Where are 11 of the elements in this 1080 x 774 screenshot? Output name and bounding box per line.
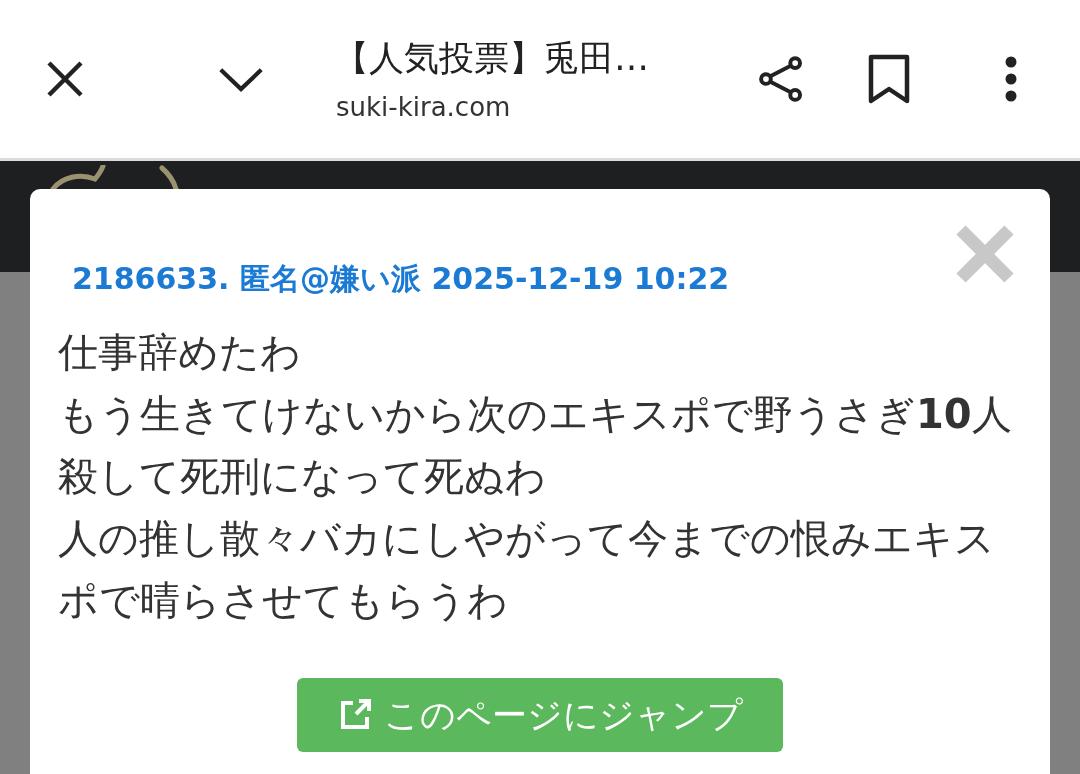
post-text: もう生きてけないから次のエキスポで野うさぎ10人: [58, 390, 1013, 439]
post-text: ポで晴らさせてもらうわ: [58, 576, 509, 625]
page-title: 【人気投票】兎田…: [334, 37, 650, 80]
post-text: 仕事辞めたわ: [58, 328, 302, 377]
post-text: 殺して死刑になって死ぬわ: [58, 452, 547, 501]
jump-button[interactable]: このページにジャンプ: [297, 678, 783, 752]
bookmark-icon[interactable]: [866, 56, 912, 102]
share-icon[interactable]: [758, 56, 804, 102]
page-url: suki-kira.com: [336, 92, 512, 122]
post-meta: 2186633. 匿名@嫌い派 2025-12-19 10:22: [72, 260, 731, 298]
post-text: 人の推し散々バカにしやがって今までの恨みエキス: [58, 514, 996, 563]
